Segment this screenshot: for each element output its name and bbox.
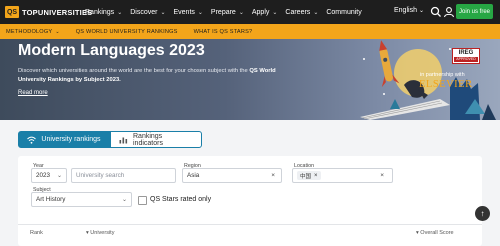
arrow-up-icon: ↑ [480,209,485,218]
subject-select[interactable]: Art History ⌄ [31,192,132,207]
chevron-down-icon: ⌄ [117,9,123,16]
tab-rankings-indicators[interactable]: Rankings indicators [110,131,202,148]
chevron-down-icon: ⌄ [238,9,244,16]
sort-icon: ▾ [86,230,89,236]
chevron-down-icon: ⌄ [55,28,60,35]
chevron-down-icon: ⌄ [121,197,127,203]
clear-icon[interactable]: × [271,172,275,179]
nav-prepare[interactable]: Prepare ⌄ [211,9,244,16]
column-overall-score[interactable]: ▾ Overall Score [416,230,454,236]
nav-community[interactable]: Community [326,9,361,16]
hero-banner: Modern Languages 2023 Discover which uni… [0,39,500,120]
nav-apply[interactable]: Apply ⌄ [252,9,278,16]
column-rank[interactable]: Rank [30,230,43,236]
elsevier-logo: ELSEVIER [419,79,473,90]
tab-university-rankings[interactable]: University rankings [18,131,110,148]
nav-careers[interactable]: Careers ⌄ [285,9,318,16]
subnav-qs-stars[interactable]: WHAT IS QS STARS? [194,29,253,35]
hero-description: Discover which universities around the w… [18,68,276,83]
year-select[interactable]: 2023 ⌄ [31,168,67,183]
location-select[interactable]: 中国 × × [292,168,393,183]
top-navbar: QS TOPUNIVERSITIES Rankings ⌄ Discover ⌄ E… [0,0,500,24]
join-us-free-button[interactable]: Join us free [456,4,493,19]
qs-stars-label: QS Stars rated only [150,196,212,203]
bar-chart-icon [119,136,128,144]
university-search-input[interactable]: University search [71,168,176,183]
nav-discover[interactable]: Discover ⌄ [130,9,165,16]
subnav-methodology[interactable]: METHODOLOGY ⌄ [6,29,60,35]
ranking-tabs: University rankings Rankings indicators [18,131,202,148]
chevron-down-icon: ⌄ [418,8,424,14]
region-select[interactable]: Asia × [182,168,282,183]
language-selector[interactable]: English ⌄ [394,7,424,14]
chevron-down-icon: ⌄ [313,9,319,16]
sort-icon: ▾ [416,230,419,236]
topuniversities-logo[interactable]: QS TOPUNIVERSITIES [5,6,92,18]
user-icon[interactable] [443,6,455,18]
page-title: Modern Languages 2023 [18,42,205,59]
chevron-down-icon: ⌄ [197,9,203,16]
search-icon[interactable] [430,6,442,18]
column-university[interactable]: ▾ University [86,230,114,236]
location-chip: 中国 × [297,171,321,180]
chip-remove-icon[interactable]: × [314,173,318,179]
nav-rankings[interactable]: Rankings ⌄ [85,9,122,16]
chevron-down-icon: ⌄ [272,9,278,16]
chevron-down-icon: ⌄ [160,9,166,16]
clear-icon[interactable]: × [380,172,384,179]
partnership-text: in partnership with [420,72,465,78]
nav-events[interactable]: Events ⌄ [173,9,202,16]
main-nav: Rankings ⌄ Discover ⌄ Events ⌄ Prepare ⌄ App… [85,0,370,24]
logo-text: TOPUNIVERSITIES [22,7,93,17]
qs-stars-checkbox[interactable] [138,196,147,205]
chevron-down-icon: ⌄ [56,173,62,179]
wifi-icon [27,136,37,144]
read-more-link[interactable]: Read more [18,90,48,96]
subnav-world-rankings[interactable]: QS WORLD UNIVERSITY RANKINGS [76,29,178,35]
scroll-to-top-button[interactable]: ↑ [475,206,490,221]
ranking-table-header: Rank ▾ University ▾ Overall Score [18,224,482,241]
qs-logo-mark: QS [5,6,19,18]
sub-navbar: METHODOLOGY ⌄ QS WORLD UNIVERSITY RANKING… [0,24,500,39]
ireg-approved-badge: IREG APPROVED [452,48,480,64]
